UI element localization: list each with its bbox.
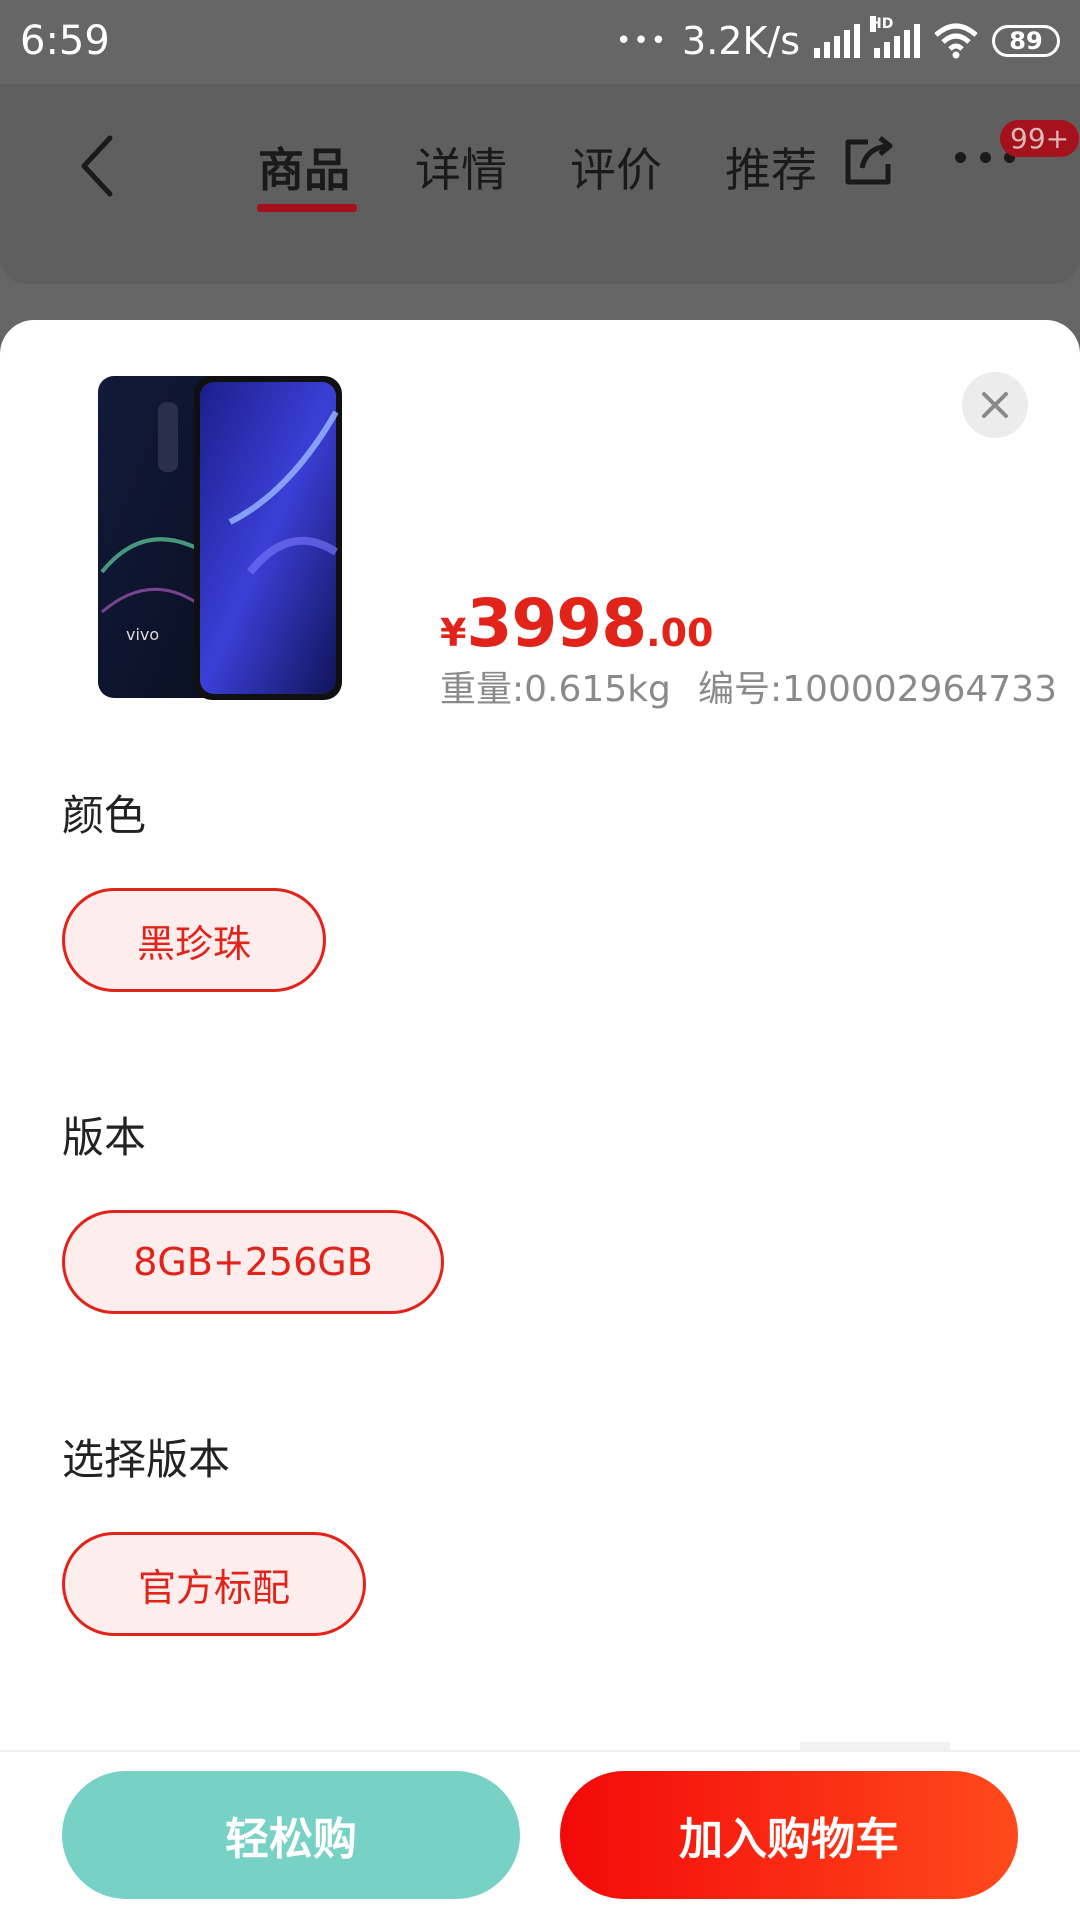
package-section-title: 选择版本 xyxy=(62,1435,231,1484)
brand-logo-text: vivo xyxy=(126,625,159,644)
wifi-icon xyxy=(934,23,978,59)
product-sku: 编号:100002964733 xyxy=(698,669,1057,710)
close-icon xyxy=(982,392,1008,418)
back-icon[interactable] xyxy=(70,126,130,206)
share-icon[interactable] xyxy=(838,132,898,192)
hd-signal-icon: HD xyxy=(870,16,920,58)
scroll-hint xyxy=(800,1742,950,1750)
battery-icon: 89 xyxy=(992,25,1060,57)
tab-recommend[interactable]: 推荐 xyxy=(725,134,817,200)
version-section-title: 版本 xyxy=(62,1113,147,1162)
package-option-chip[interactable]: 官方标配 xyxy=(62,1532,366,1636)
price-decimal: .00 xyxy=(646,611,714,655)
version-option-chip[interactable]: 8GB+256GB xyxy=(62,1210,444,1314)
hd-label: HD xyxy=(870,16,894,32)
tab-details[interactable]: 详情 xyxy=(415,134,507,200)
close-button[interactable] xyxy=(962,372,1028,438)
product-price: ¥ 3998 .00 xyxy=(440,585,713,662)
add-to-cart-button[interactable]: 加入购物车 xyxy=(560,1771,1018,1899)
status-icons: ••• 3.2K/s HD 89 xyxy=(616,16,1060,66)
color-section-title: 颜色 xyxy=(62,791,147,840)
bottom-divider xyxy=(0,1750,1080,1752)
color-option-chip[interactable]: 黑珍珠 xyxy=(62,888,326,992)
tab-reviews[interactable]: 评价 xyxy=(570,134,662,200)
product-image: vivo xyxy=(98,376,342,700)
easy-buy-button[interactable]: 轻松购 xyxy=(62,1771,520,1899)
network-speed: 3.2K/s xyxy=(682,19,800,63)
status-bar: 6:59 ••• 3.2K/s HD 89 xyxy=(0,0,1080,84)
product-weight: 重量:0.615kg xyxy=(440,669,671,710)
status-dots: ••• xyxy=(616,26,669,56)
sku-selection-sheet: vivo ¥ 3998 .00 重量:0.615kg 编号:1000029647… xyxy=(0,320,1080,1920)
notification-badge: 99+ xyxy=(1000,120,1080,157)
price-integer: 3998 xyxy=(466,585,647,662)
signal-icon xyxy=(814,24,860,58)
status-time: 6:59 xyxy=(20,18,110,64)
active-tab-indicator xyxy=(257,204,357,212)
tab-product[interactable]: 商品 xyxy=(258,134,350,200)
price-currency: ¥ xyxy=(440,611,467,655)
product-header: 商品 详情 评价 推荐 99+ xyxy=(0,84,1080,284)
